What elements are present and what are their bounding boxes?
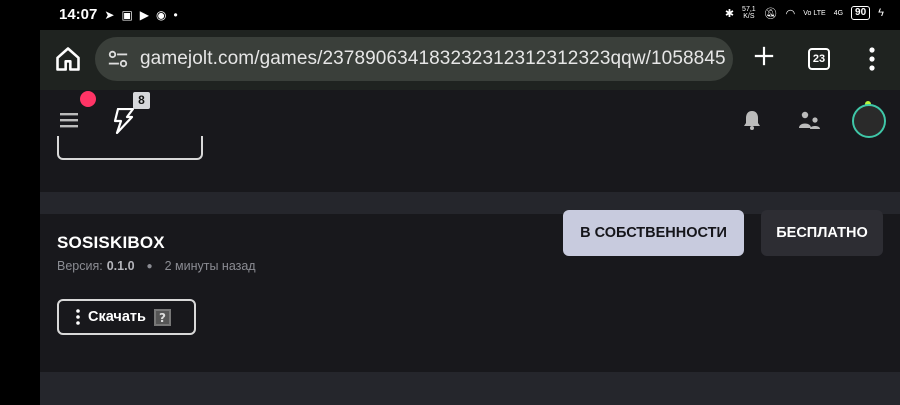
telegram-icon: ➤ [104, 7, 115, 22]
charging-icon: ϟ [878, 7, 884, 19]
gamejolt-page: 8 SOSISKIBOX Версия: 0.1.0 ● 2 минуты на… [40, 90, 900, 405]
wifi-icon: ◠ [785, 7, 796, 20]
network-speed: 57,1 K/S [742, 6, 756, 20]
notification-dot [80, 91, 96, 107]
messenger-icon: ◉ [156, 7, 167, 22]
svg-text:?: ? [159, 311, 166, 325]
address-bar[interactable]: gamejolt.com/games/237890634183232312312… [95, 37, 733, 81]
app-notification-icon: ▣ [121, 7, 133, 22]
version-label: Версия: [57, 259, 103, 273]
battery-indicator: 90 [851, 6, 871, 20]
signal-4g: 4G [833, 9, 844, 17]
status-time: 14:07 [59, 6, 98, 23]
mute-icon: 🔕︎ [763, 7, 778, 20]
bell-icon[interactable] [743, 110, 761, 130]
hamburger-menu-icon[interactable] [60, 112, 78, 128]
tab-switcher-button[interactable]: 23 [808, 48, 830, 70]
status-bar-left: 14:07 ➤ ▣ ▶ ◉ • [59, 6, 178, 23]
more-notifications-dot-icon: • [173, 7, 178, 22]
page-bottom-band [40, 372, 900, 405]
previous-download-button[interactable] [57, 136, 203, 160]
build-meta: Версия: 0.1.0 ● 2 минуты назад [57, 259, 256, 273]
home-icon[interactable] [54, 45, 82, 73]
meta-separator: ● [146, 260, 153, 272]
gamejolt-logo-icon[interactable] [112, 108, 134, 134]
activity-count-badge: 8 [133, 92, 150, 109]
more-options-icon [76, 309, 80, 325]
new-tab-icon[interactable] [753, 45, 775, 67]
game-build-card: SOSISKIBOX Версия: 0.1.0 ● 2 минуты наза… [40, 210, 900, 372]
free-button[interactable]: БЕСПЛАТНО [761, 210, 883, 256]
previous-build-card [40, 136, 900, 192]
network-speed-unit: K/S [743, 13, 755, 20]
overflow-menu-icon[interactable] [868, 46, 876, 72]
version-number: 0.1.0 [106, 259, 135, 273]
status-bar: 14:07 ➤ ▣ ▶ ◉ • ✱ 57,1 K/S 🔕︎ ◠ Vo LTE 4… [0, 0, 900, 30]
user-avatar[interactable] [852, 104, 886, 138]
network-speed-value: 57,1 [742, 6, 756, 13]
browser-toolbar: gamejolt.com/games/237890634183232312312… [40, 30, 900, 90]
bluetooth-icon: ✱ [724, 7, 735, 20]
unknown-platform-icon: ? [153, 308, 171, 326]
status-bar-right: ✱ 57,1 K/S 🔕︎ ◠ Vo LTE 4G 90 ϟ [725, 6, 884, 20]
volte-indicator: Vo LTE [803, 9, 826, 17]
build-title: SOSISKIBOX [57, 233, 165, 252]
site-settings-icon[interactable] [107, 48, 129, 70]
download-button[interactable]: Скачать ? [57, 299, 196, 335]
youtube-icon: ▶ [139, 7, 150, 22]
friend-requests-icon[interactable] [797, 110, 821, 130]
published-time: 2 минуты назад [164, 259, 256, 273]
download-label: Скачать [88, 309, 146, 325]
owned-button[interactable]: В СОБСТВЕННОСТИ [563, 210, 744, 256]
url-text[interactable]: gamejolt.com/games/237890634183232312312… [140, 48, 726, 70]
